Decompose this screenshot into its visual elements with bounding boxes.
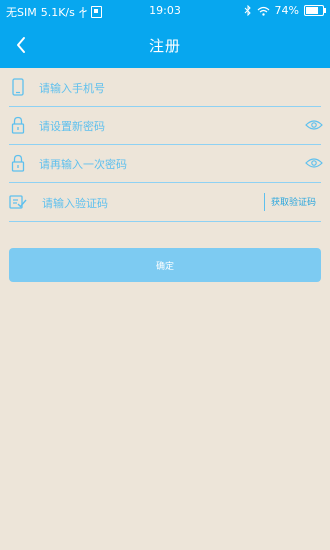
confirm-password-input[interactable] bbox=[37, 152, 291, 176]
verify-code-input[interactable] bbox=[40, 191, 264, 215]
code-divider bbox=[264, 193, 265, 211]
eye-icon[interactable] bbox=[305, 118, 323, 132]
lock-icon bbox=[11, 116, 25, 134]
eye-icon[interactable] bbox=[305, 156, 323, 170]
verify-check-icon bbox=[9, 195, 27, 209]
password-row bbox=[9, 106, 323, 145]
battery-percent: 74% bbox=[274, 4, 299, 17]
page-title: 注册 bbox=[148, 37, 181, 55]
status-right: 74% bbox=[244, 4, 326, 17]
get-code-button[interactable]: 获取验证码 bbox=[271, 195, 316, 208]
nav-bar: 注册 bbox=[0, 22, 330, 68]
wifi-icon bbox=[257, 6, 269, 16]
status-bar: 无SIM 5.1K/s 19:03 74% bbox=[0, 0, 330, 22]
confirm-password-row bbox=[9, 144, 323, 183]
phone-input[interactable] bbox=[37, 76, 291, 100]
lock-icon bbox=[11, 154, 25, 172]
phone-icon bbox=[12, 78, 24, 96]
password-input[interactable] bbox=[37, 114, 291, 138]
verify-code-row: 获取验证码 bbox=[9, 183, 321, 222]
phone-row bbox=[9, 68, 321, 107]
confirm-button[interactable]: 确定 bbox=[9, 248, 321, 282]
bluetooth-icon bbox=[244, 5, 251, 16]
battery-icon bbox=[304, 5, 326, 16]
